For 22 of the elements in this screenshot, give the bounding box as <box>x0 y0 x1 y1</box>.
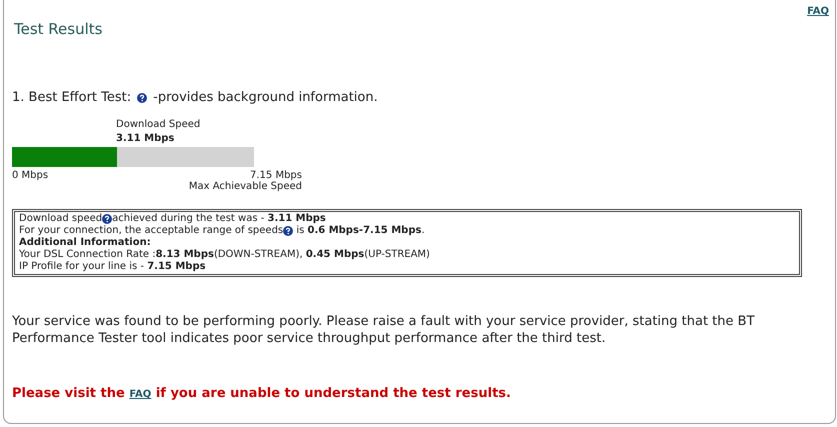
info-text: achieved during the test was - 3.11 Mbps <box>112 213 326 225</box>
help-icon[interactable] <box>283 226 294 236</box>
faq-link[interactable]: FAQ <box>129 389 152 400</box>
info-text: is 0.6 Mbps-7.15 Mbps. <box>295 225 425 237</box>
info-text: Additional Information: <box>19 237 151 249</box>
max-caption: Max Achievable Speed <box>188 181 302 192</box>
faq-link[interactable]: FAQ <box>807 6 829 20</box>
info-text: For your connection, the acceptable range of speeds <box>19 225 284 237</box>
service-message: Your service was found to be performing poorly. Please raise a fault with your service provider, stating that the BT Performance Tester tool indicates poor service throughput performance after the third test. <box>12 313 756 347</box>
max-label: 7.15 Mbps <box>250 170 302 181</box>
meter-caption: Download Speed <box>116 119 202 130</box>
help-icon[interactable] <box>137 92 148 102</box>
info-text: Your DSL Connection Rate :8.13 Mbps(DOWN-STREAM), 0.45 Mbps(UP-STREAM) <box>19 249 430 261</box>
faq-notice: Please visit the FAQ if you are unable to understand the test results. <box>12 386 512 401</box>
page-title: Test Results <box>14 20 104 38</box>
info-text: IP Profile for your line is - 7.15 Mbps <box>19 261 206 273</box>
info-text: Download speed <box>19 213 102 225</box>
help-text: -provides background information. <box>153 90 378 105</box>
help-icon[interactable] <box>102 214 112 224</box>
test-label: 1. Best Effort Test: <box>12 90 132 105</box>
speed-reading: 3.11 Mbps <box>116 133 176 144</box>
min-label: 0 Mbps <box>12 170 48 181</box>
